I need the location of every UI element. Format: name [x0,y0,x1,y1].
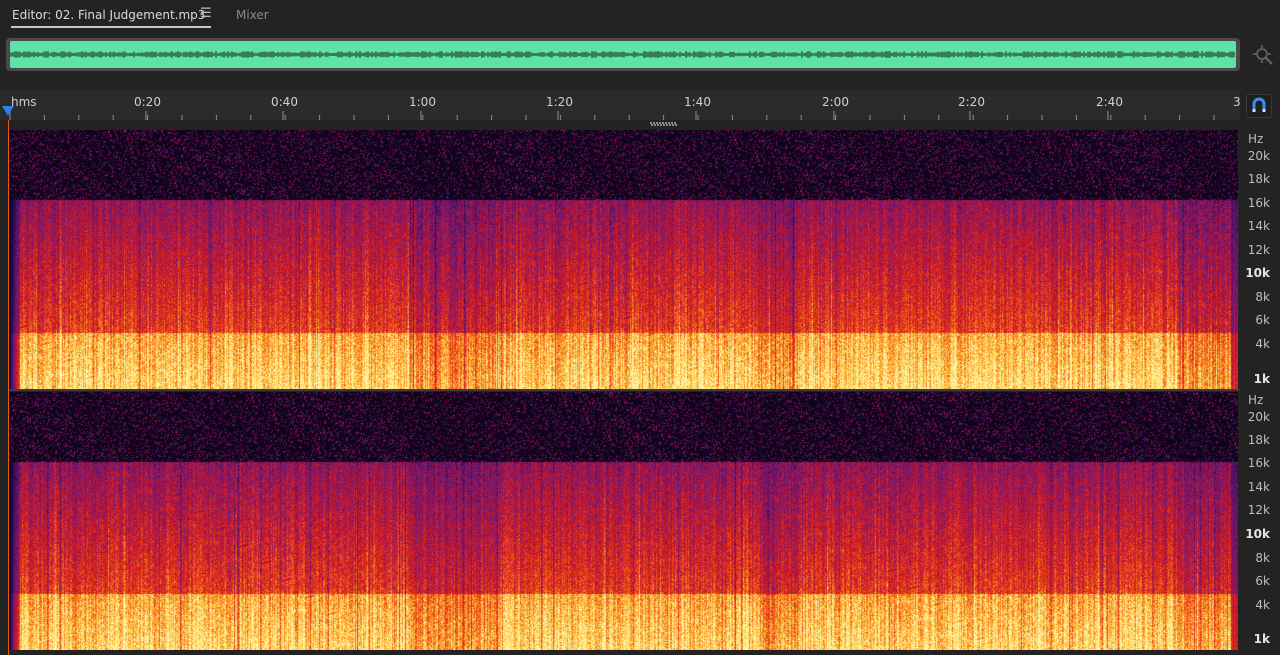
playhead-handle[interactable] [2,106,14,116]
tab-editor[interactable]: Editor: 02. Final Judgement.mp3 [12,8,205,22]
hz-label: 6k [1255,313,1270,327]
overview-waveform [10,51,1235,58]
channel-divider [8,389,1240,391]
active-tab-indicator [11,26,211,28]
hz-label: 12k [1247,243,1270,257]
hz-label: 14k [1247,480,1270,494]
hz-label: 14k [1247,219,1270,233]
hz-unit-label: Hz [1248,393,1264,407]
panel-resize-grip[interactable] [650,122,678,126]
overview-visible-range[interactable] [10,41,1236,68]
hz-label: 10k [1245,527,1270,541]
ruler-tick-label: 1:20 [546,95,573,109]
hz-unit-label: Hz [1248,132,1264,146]
hz-label: 10k [1245,266,1270,280]
ruler-tick-label: 3 [1233,95,1241,109]
ruler-tick-label: 2:20 [958,95,985,109]
overview-waveform-navigator[interactable] [6,38,1240,71]
tab-mixer[interactable]: Mixer [236,8,269,22]
hz-label: 16k [1247,456,1270,470]
hz-label: 18k [1247,433,1270,447]
hz-label: 20k [1247,149,1270,163]
hz-label: 4k [1255,598,1270,612]
hz-label: 8k [1255,551,1270,565]
ruler-ticks [9,111,1215,120]
hz-label: 4k [1255,337,1270,351]
ruler-tick-label: 0:40 [271,95,298,109]
ruler-tick-label: 1:00 [409,95,436,109]
timeline-ruler[interactable]: hms 0:20 0:40 1:00 1:20 1:40 2:00 2:20 2… [0,90,1241,120]
hz-label: 18k [1247,172,1270,186]
hz-label: 20k [1247,410,1270,424]
hz-label: 6k [1255,574,1270,588]
frequency-scale-left: Hz 20k 18k 16k 14k 12k 10k 8k 6k 4k 1k [1238,130,1280,389]
spectrogram-channel-right[interactable] [8,392,1238,650]
spectrogram-channel-left[interactable] [8,130,1238,389]
editor-tab-bar: Editor: 02. Final Judgement.mp3 ☰ Mixer [0,0,1280,32]
snap-toggle-button[interactable] [1246,94,1272,118]
frequency-scale-right: Hz 20k 18k 16k 14k 12k 10k 8k 6k 4k 1k [1238,392,1280,650]
ruler-tick-label: 0:20 [134,95,161,109]
ruler-tick-label: 2:00 [822,95,849,109]
hz-label: 12k [1247,503,1270,517]
ruler-tick-label: 1:40 [684,95,711,109]
hz-label: 1k [1253,632,1270,646]
magnet-icon [1252,97,1266,112]
playhead-line [8,120,9,655]
spectral-frequency-display [8,392,1238,650]
ruler-tick-label: 2:40 [1096,95,1123,109]
zoom-navigator-icon[interactable] [1252,44,1274,66]
ruler-unit-label: hms [11,95,37,109]
panel-menu-icon[interactable]: ☰ [200,7,212,21]
hz-label: 16k [1247,196,1270,210]
spectral-frequency-display [8,130,1238,389]
hz-label: 1k [1253,372,1270,386]
hz-label: 8k [1255,290,1270,304]
